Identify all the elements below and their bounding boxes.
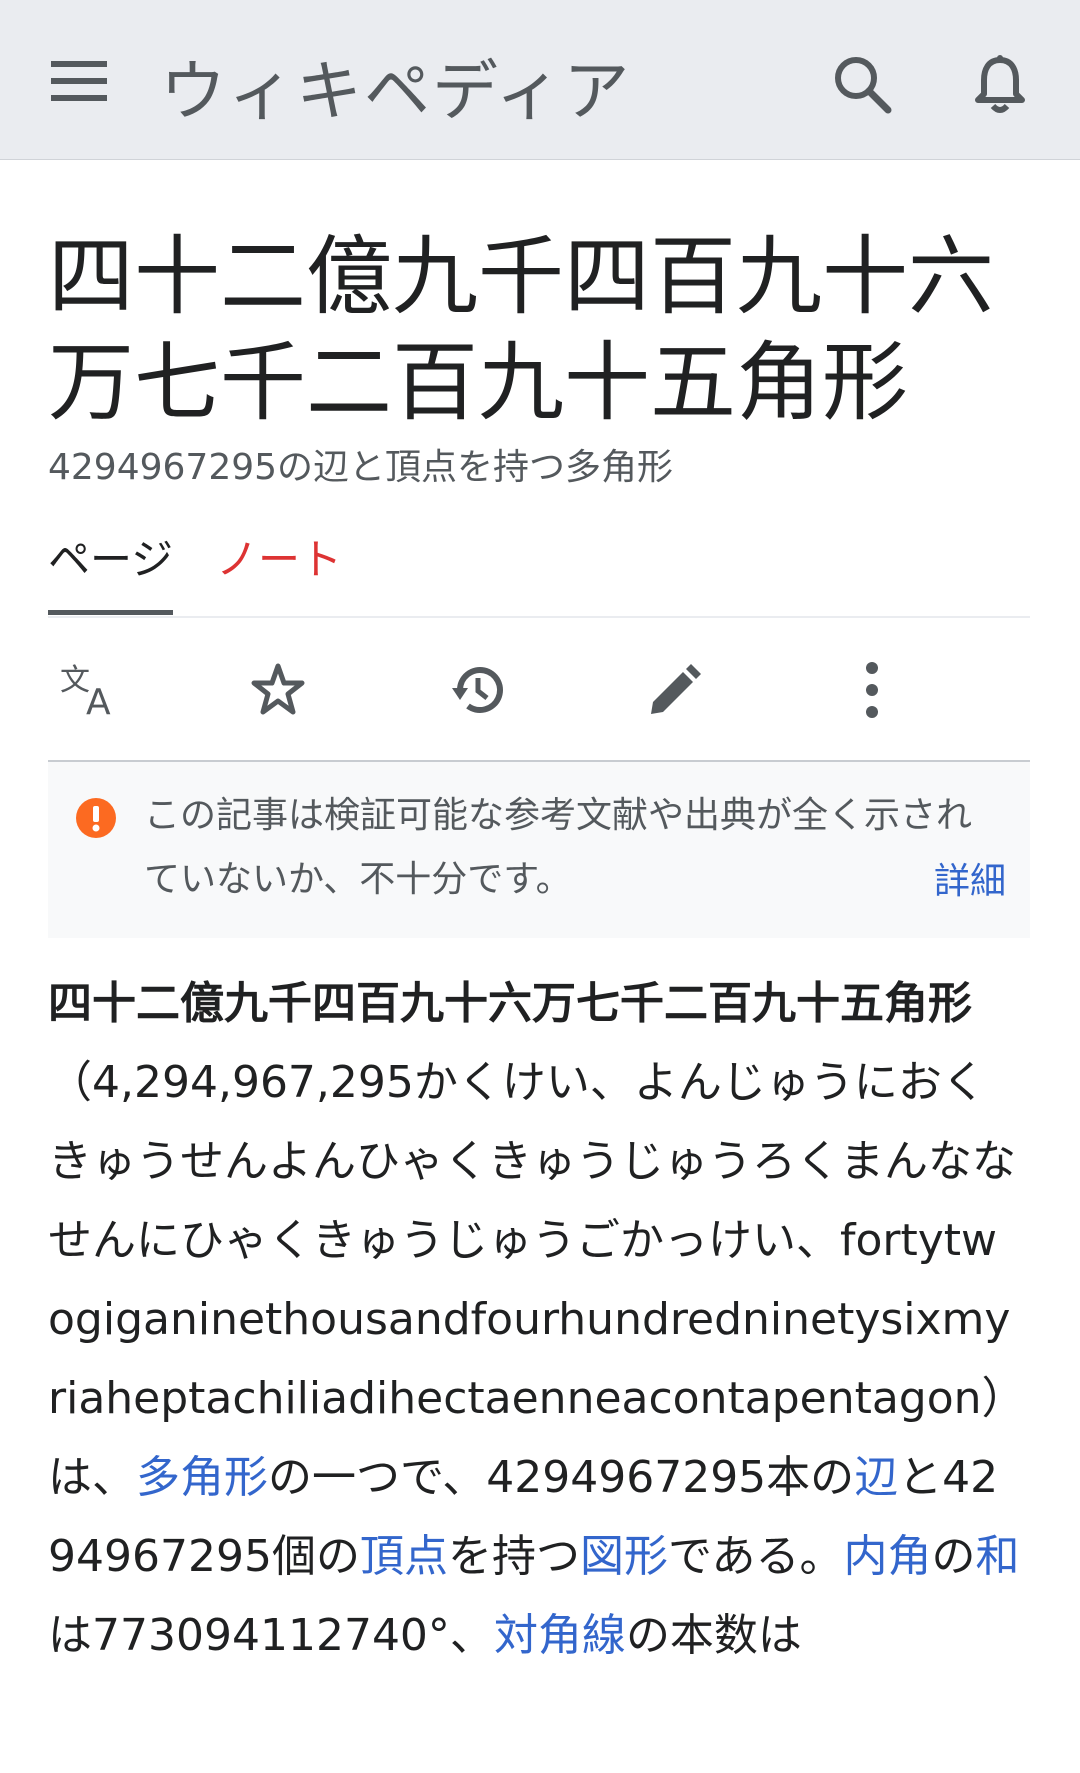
tab-talk[interactable]: ノート [216, 530, 342, 590]
page-actions-bar: 文 A [48, 622, 1030, 762]
text-segment: の一つで、4294967295本の [268, 1452, 855, 1503]
search-icon[interactable] [822, 44, 902, 124]
article-lead-paragraph: 四十二億九千四百九十六万七千二百九十五角形 （4,294,967,295かくけい、… [48, 964, 1023, 1675]
page-subtitle: 4294967295の辺と頂点を持つ多角形 [48, 447, 674, 488]
link-diagonal[interactable]: 対角線 [494, 1610, 626, 1661]
link-polygon[interactable]: 多角形 [136, 1452, 268, 1503]
star-icon[interactable] [238, 650, 318, 730]
link-vertex[interactable]: 頂点 [360, 1531, 448, 1582]
link-interior-angle[interactable]: 内角 [844, 1531, 932, 1582]
wikipedia-wordmark[interactable]: ウィキペディア [160, 38, 631, 134]
link-figure[interactable]: 図形 [580, 1531, 668, 1582]
language-icon[interactable]: 文 A [48, 650, 128, 730]
notice-more-link[interactable]: 詳細 [934, 850, 1006, 914]
svg-text:A: A [86, 682, 111, 720]
top-app-bar: ウィキペディア [0, 0, 1080, 160]
text-segment: の [931, 1531, 976, 1582]
bold-term: 四十二億九千四百九十六万七千二百九十五角形 [48, 978, 972, 1029]
issues-notice[interactable]: この記事は検証可能な参考文献や出典が全く示されていないか、不十分です。 詳細 [48, 762, 1030, 938]
page-title: 四十二億九千四百九十六万七千二百九十五角形 [48, 227, 994, 433]
edit-icon[interactable] [635, 650, 715, 730]
link-edge[interactable]: 辺 [854, 1452, 898, 1503]
namespace-tabs: ページ ノート [48, 530, 1030, 618]
menu-icon[interactable] [44, 46, 114, 116]
text-segment: の本数は [625, 1610, 802, 1661]
history-icon[interactable] [438, 650, 518, 730]
link-sum[interactable]: 和 [976, 1531, 1020, 1582]
text-segment: を持つ [447, 1531, 580, 1582]
text-segment: は773094112740°、 [48, 1610, 494, 1661]
more-icon[interactable] [832, 650, 912, 730]
tab-page[interactable]: ページ [48, 530, 174, 615]
parenthetical: （4,294,967,295かくけい、よんじゅうにおくきゅうせんよんひゃくきゅう… [48, 1057, 1016, 1503]
warning-icon [76, 798, 116, 838]
text-segment: である。 [667, 1531, 844, 1582]
notice-text: この記事は検証可能な参考文献や出典が全く示されていないか、不十分です。 [144, 795, 973, 900]
bell-icon[interactable] [960, 44, 1040, 124]
